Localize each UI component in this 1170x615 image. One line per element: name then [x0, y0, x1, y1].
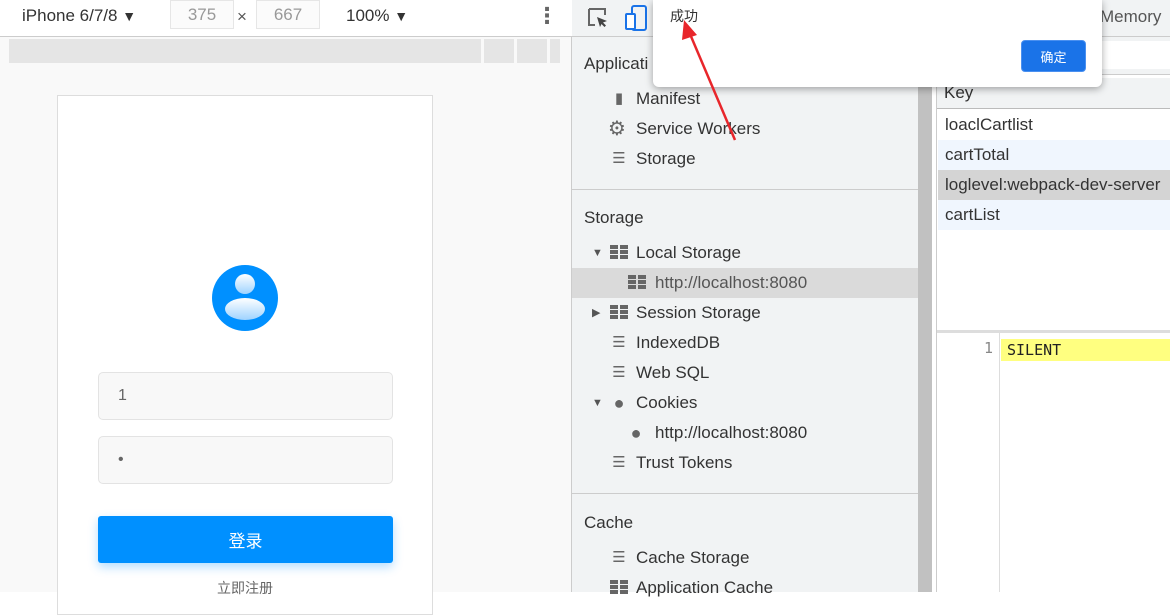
login-button[interactable]: 登录	[98, 516, 393, 563]
storage-view: Key loaclCartlist cartTotal loglevel:web…	[936, 37, 1170, 592]
table-row[interactable]: loaclCartlist	[938, 110, 1170, 140]
media-query-bar[interactable]	[6, 39, 560, 63]
device-name: iPhone 6/7/8	[22, 6, 118, 25]
sidebar-item-label: Cookies	[636, 393, 698, 412]
cookie-icon: ●	[613, 393, 625, 413]
device-select[interactable]: iPhone 6/7/8 ▼	[22, 6, 136, 26]
divider	[572, 493, 918, 494]
sidebar-item-label: Application Cache	[636, 578, 774, 597]
caret-right-icon[interactable]: ▶	[592, 298, 600, 328]
database-icon: ☰	[612, 454, 626, 471]
ruler-divider	[6, 39, 9, 63]
width-input[interactable]: 375	[170, 0, 234, 29]
sidebar-item-cookies-localhost[interactable]: ● http://localhost:8080	[572, 418, 918, 448]
grid-icon	[610, 580, 628, 596]
file-icon: ▮	[614, 90, 624, 107]
sidebar-item-local-storage-localhost[interactable]: http://localhost:8080	[572, 268, 918, 298]
times-icon: ×	[237, 7, 247, 26]
section-header-storage: Storage	[584, 208, 644, 227]
grid-icon	[628, 275, 646, 291]
sidebar-item-application-cache[interactable]: Application Cache	[572, 573, 918, 603]
sidebar-item-local-storage[interactable]: ▼ Local Storage	[572, 238, 918, 268]
height-input[interactable]: 667	[256, 0, 320, 29]
section-header-application: Applicati	[584, 54, 649, 73]
filter-input[interactable]	[1097, 41, 1170, 69]
tab-memory[interactable]: Memory	[1100, 7, 1161, 27]
sidebar-resizer[interactable]	[918, 37, 932, 592]
database-icon: ☰	[612, 549, 626, 566]
device-toolbar: iPhone 6/7/8 ▼ 375 × 667 100% ▼ ⋮	[0, 0, 572, 37]
chevron-down-icon: ▼	[122, 8, 137, 24]
sidebar-item-label: Cache Storage	[636, 548, 750, 567]
phone-viewport: 1 • 登录 立即注册	[57, 95, 433, 615]
line-number: 1	[937, 333, 1000, 592]
sidebar-item-label: Storage	[636, 149, 696, 168]
table-row[interactable]: cartTotal	[938, 140, 1170, 170]
table-row[interactable]: cartList	[938, 200, 1170, 230]
inspect-element-icon[interactable]	[586, 6, 610, 30]
sidebar-item-cache-storage[interactable]: ☰ Cache Storage	[572, 543, 918, 573]
sidebar-item-cookies[interactable]: ▼ ● Cookies	[572, 388, 918, 418]
database-icon: ☰	[612, 364, 626, 381]
sidebar-item-label: http://localhost:8080	[655, 423, 808, 442]
password-input[interactable]: •	[98, 436, 393, 484]
sidebar-item-label: IndexedDB	[636, 333, 721, 352]
username-input[interactable]: 1	[98, 372, 393, 420]
sidebar-item-label: Session Storage	[636, 303, 761, 322]
value-editor-line[interactable]: SILENT	[1001, 339, 1170, 361]
sidebar-item-label: Manifest	[636, 89, 701, 108]
zoom-value: 100%	[346, 6, 390, 25]
sidebar-item-label: Local Storage	[636, 243, 741, 262]
ok-button[interactable]: 确定	[1021, 40, 1086, 72]
sidebar-item-indexeddb[interactable]: ☰ IndexedDB	[572, 328, 918, 358]
sidebar-item-service-workers[interactable]: ⚙ Service Workers	[572, 114, 918, 144]
sidebar-item-label: Service Workers	[636, 119, 761, 138]
database-icon: ☰	[612, 334, 626, 351]
cookie-icon: ●	[630, 423, 642, 443]
avatar-icon	[212, 265, 278, 331]
gear-icon: ⚙	[608, 118, 626, 140]
dialog-message: 成功	[670, 8, 698, 24]
section-header-cache: Cache	[584, 513, 634, 532]
register-link[interactable]: 立即注册	[58, 578, 432, 598]
sidebar-item-trust-tokens[interactable]: ☰ Trust Tokens	[572, 448, 918, 478]
grid-icon	[610, 245, 628, 261]
ruler-divider	[481, 39, 484, 63]
sidebar-item-manifest[interactable]: ▮ Manifest	[572, 84, 918, 114]
sidebar-item-label: http://localhost:8080	[655, 273, 808, 292]
device-emulation-pane: iPhone 6/7/8 ▼ 375 × 667 100% ▼ ⋮ 1 • 登录…	[0, 0, 572, 615]
alert-dialog: 成功 确定	[653, 0, 1102, 87]
device-toolbar-icon[interactable]	[624, 4, 650, 32]
grid-icon	[610, 305, 628, 321]
more-options-icon[interactable]: ⋮	[536, 3, 558, 29]
sidebar-item-label: Trust Tokens	[636, 453, 733, 472]
caret-down-icon[interactable]: ▼	[592, 388, 603, 418]
sidebar-item-storage[interactable]: ☰ Storage	[572, 144, 918, 174]
sidebar-item-label: Web SQL	[636, 363, 710, 382]
zoom-select[interactable]: 100% ▼	[346, 6, 408, 26]
database-icon: ☰	[612, 150, 626, 167]
table-row-selected[interactable]: loglevel:webpack-dev-server	[938, 170, 1170, 200]
sidebar-item-session-storage[interactable]: ▶ Session Storage	[572, 298, 918, 328]
ruler-divider	[514, 39, 517, 63]
ruler-divider	[547, 39, 550, 63]
sidebar-item-web-sql[interactable]: ☰ Web SQL	[572, 358, 918, 388]
application-sidebar: Applicati ▮ Manifest ⚙ Service Workers ☰ St…	[572, 37, 918, 597]
chevron-down-icon: ▼	[394, 8, 409, 24]
caret-down-icon[interactable]: ▼	[592, 238, 603, 268]
divider	[572, 189, 918, 190]
